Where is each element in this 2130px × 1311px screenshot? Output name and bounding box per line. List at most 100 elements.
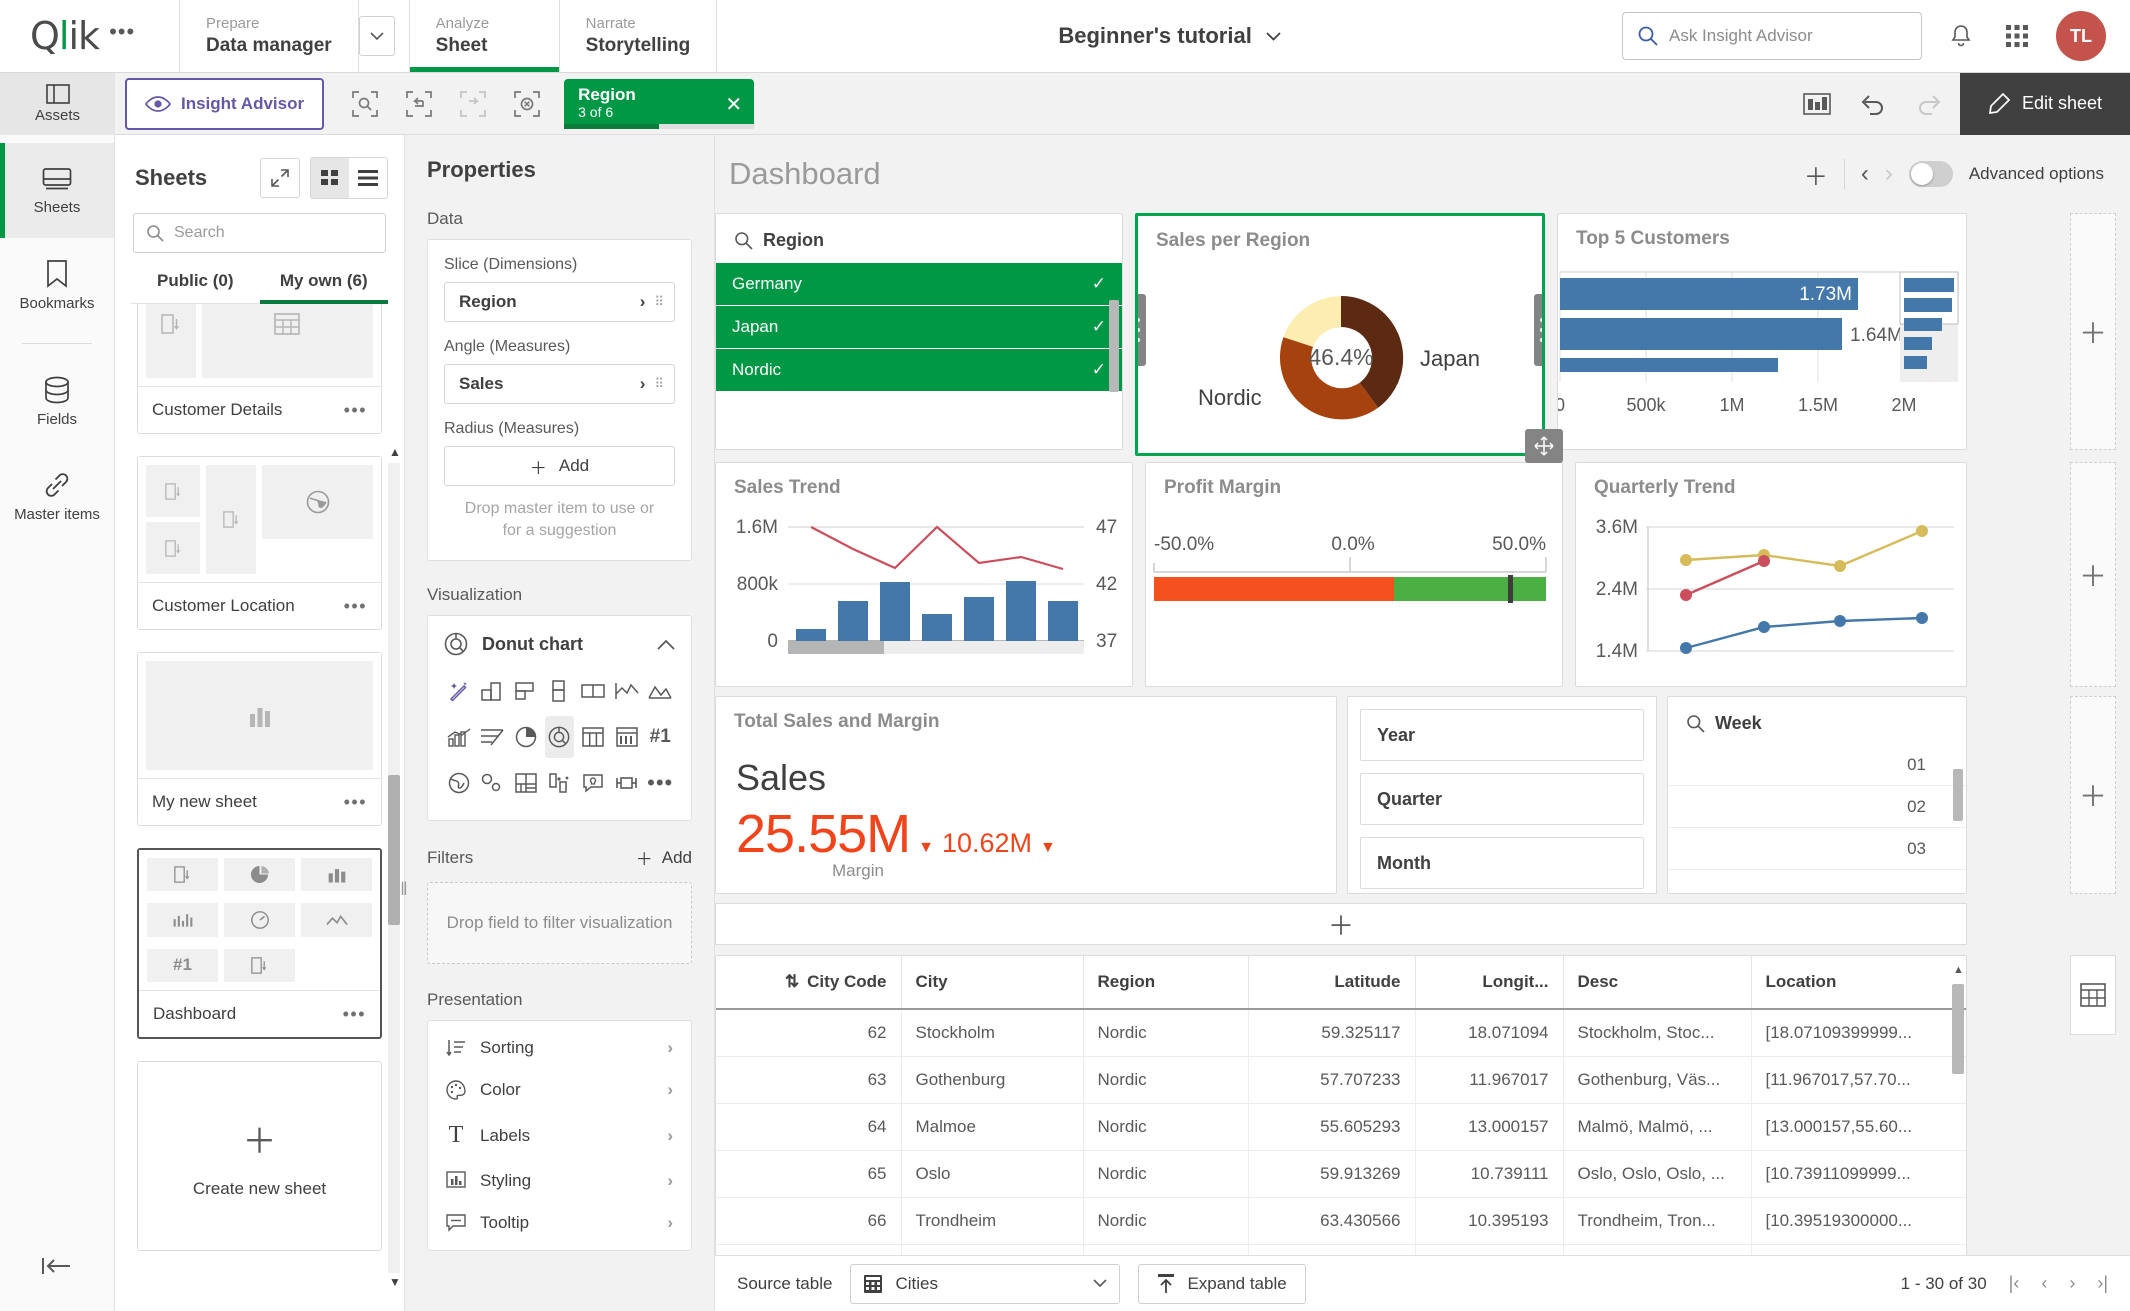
cell-desc[interactable]: Trondheim, Tron... — [1563, 1197, 1752, 1245]
chevron-up-icon[interactable] — [657, 639, 675, 650]
step-forward-icon[interactable] — [450, 81, 496, 127]
nav-prepare[interactable]: Prepare Data manager — [180, 0, 359, 72]
chevron-right-icon[interactable]: › — [667, 1038, 673, 1058]
chevron-right-icon[interactable]: › — [640, 292, 646, 312]
next-page-icon[interactable]: › — [2069, 1273, 2075, 1294]
sheets-scrollbar[interactable]: ▲ ▼ — [388, 445, 401, 1289]
add-object-right-3[interactable]: ＋ — [2070, 696, 2116, 894]
source-table-select[interactable]: Cities — [850, 1263, 1121, 1304]
cell-longitude[interactable]: 18.071094 — [1415, 1009, 1564, 1057]
object-move-handle[interactable] — [1525, 429, 1563, 463]
line-chart-quarterly-trend[interactable]: 3.6M 2.4M 1.4M — [1576, 505, 1964, 680]
object-sales-trend[interactable]: Sales Trend 1.6M 800k 0 47 42 37 — [715, 462, 1133, 687]
viz-treemap-icon[interactable] — [511, 762, 541, 804]
cell-region[interactable]: Nordic — [1083, 1150, 1249, 1198]
cell-latitude[interactable]: 55.605293 — [1248, 1103, 1416, 1151]
viz-more-icon[interactable]: ••• — [645, 762, 675, 804]
clear-selections-icon[interactable] — [504, 81, 550, 127]
step-back-icon[interactable] — [396, 81, 442, 127]
selection-grip-right[interactable] — [1534, 294, 1542, 366]
cell-region[interactable]: Nordic — [1083, 1056, 1249, 1104]
next-sheet-icon[interactable]: › — [1885, 160, 1893, 188]
add-row-button[interactable]: ＋ — [715, 903, 1967, 945]
redo-icon[interactable] — [1904, 79, 1954, 129]
object-top-5-customers[interactable]: Top 5 Customers 1.73M 1.64M 500k 1M 1.5M… — [1557, 213, 1967, 450]
region-filter-item-japan[interactable]: Japan ✓ — [716, 306, 1122, 349]
viz-insight-icon[interactable] — [578, 762, 608, 804]
cell-city[interactable]: Stockholm — [901, 1009, 1084, 1057]
table-row[interactable]: 64 Malmoe Nordic 55.605293 13.000157 Malmö, M… — [716, 1103, 1966, 1151]
cell-city-code[interactable]: 64 — [716, 1103, 902, 1151]
viz-line-chart-icon[interactable] — [612, 670, 642, 712]
week-filter-item-02[interactable]: 02 — [1668, 786, 1966, 828]
cell-desc[interactable]: Gothenburg, Väs... — [1563, 1056, 1752, 1104]
table-layout-icon[interactable] — [2070, 955, 2116, 1035]
nav-analyze[interactable]: Analyze Sheet — [409, 0, 560, 72]
add-sheet-icon[interactable]: ＋ — [1804, 157, 1828, 192]
cell-longitude[interactable]: 13.000157 — [1415, 1103, 1564, 1151]
viz-auto-chart-icon[interactable] — [444, 670, 474, 712]
donut-chart[interactable]: 46.4% Japan Nordic — [1138, 258, 1544, 448]
selections-tool-icon[interactable] — [342, 81, 388, 127]
viz-bar-chart-icon[interactable] — [478, 670, 508, 712]
column-header-longitude[interactable]: Longit... — [1415, 956, 1564, 1010]
apps-grid-icon[interactable] — [2000, 19, 2034, 53]
sidebar-item-fields[interactable]: Fields — [0, 354, 114, 449]
sheet-card-customer-location[interactable]: Customer Location ••• — [137, 456, 382, 630]
viz-pivot-table-icon[interactable] — [612, 716, 642, 758]
collapse-panel-icon[interactable] — [0, 1221, 114, 1311]
viz-map-icon[interactable] — [444, 762, 474, 804]
visualization-header[interactable]: Donut chart — [444, 632, 675, 670]
slice-dimension-field[interactable]: Region › ⠿ — [444, 282, 675, 322]
bookmarks-icon[interactable] — [1792, 79, 1842, 129]
viz-split-bar-icon[interactable] — [578, 670, 608, 712]
cell-city-code[interactable]: 63 — [716, 1056, 902, 1104]
presentation-row-color[interactable]: Color › — [442, 1069, 677, 1111]
filter-month[interactable]: Month — [1360, 837, 1644, 889]
angle-measure-field[interactable]: Sales › ⠿ — [444, 364, 675, 404]
presentation-row-labels[interactable]: T Labels › — [442, 1111, 677, 1160]
cell-desc[interactable]: Stockholm, Stoc... — [1563, 1009, 1752, 1057]
last-page-icon[interactable]: ›| — [2097, 1273, 2108, 1294]
viz-combo-chart-icon[interactable] — [444, 716, 474, 758]
sidebar-item-sheets[interactable]: Sheets — [0, 143, 114, 238]
column-header-desc[interactable]: Desc — [1563, 956, 1752, 1010]
presentation-row-sorting[interactable]: Sorting › — [442, 1027, 677, 1069]
cell-city[interactable]: Gothenburg — [901, 1056, 1084, 1104]
add-filter-button[interactable]: ＋ Add — [636, 845, 692, 870]
object-profit-margin[interactable]: Profit Margin -50.0% 0.0% 50.0% — [1145, 462, 1563, 687]
panel-resize-handle[interactable]: ‖ — [400, 865, 407, 913]
cell-longitude[interactable]: 11.967017 — [1415, 1056, 1564, 1104]
cell-region[interactable]: Nordic — [1083, 1197, 1249, 1245]
column-header-city-code[interactable]: ⇅ City Code — [716, 956, 902, 1010]
selection-chip-region[interactable]: Region 3 of 6 ✕ — [564, 78, 755, 129]
create-new-sheet-button[interactable]: ＋ Create new sheet — [137, 1061, 382, 1251]
sheets-search-input[interactable]: Search — [133, 213, 386, 253]
chevron-right-icon[interactable]: › — [667, 1171, 673, 1191]
cell-latitude[interactable]: 59.913269 — [1248, 1150, 1416, 1198]
app-menu-icon[interactable]: ••• — [109, 21, 135, 45]
nav-prepare-dropdown[interactable] — [358, 0, 410, 72]
cell-latitude[interactable]: 59.325117 — [1248, 1009, 1416, 1057]
scroll-down-arrow[interactable]: ▼ — [389, 1275, 401, 1289]
presentation-row-styling[interactable]: Styling › — [442, 1160, 677, 1202]
region-filter-item-nordic[interactable]: Nordic ✓ — [716, 349, 1122, 392]
cell-desc[interactable]: Oslo, Oslo, Oslo, ... — [1563, 1150, 1752, 1198]
week-filter-scrollbar[interactable] — [1953, 769, 1963, 821]
presentation-row-tooltip[interactable]: Tooltip › — [442, 1202, 677, 1244]
chevron-down-icon[interactable] — [1093, 1279, 1108, 1288]
viz-area-chart-icon[interactable] — [645, 670, 675, 712]
sheet-more-icon[interactable]: ••• — [344, 401, 367, 419]
selection-grip-left[interactable] — [1138, 294, 1146, 366]
combo-chart-sales-trend[interactable]: 1.6M 800k 0 47 42 37 — [716, 505, 1130, 680]
insight-advisor-search[interactable]: Ask Insight Advisor — [1622, 12, 1922, 60]
previous-sheet-icon[interactable]: ‹ — [1861, 160, 1869, 188]
cell-city[interactable]: Malmoe — [901, 1103, 1084, 1151]
insight-advisor-button[interactable]: Insight Advisor — [125, 77, 325, 130]
search-icon[interactable] — [734, 231, 753, 250]
chevron-right-icon[interactable]: › — [667, 1213, 673, 1233]
viz-scatter-plot-icon[interactable] — [478, 762, 508, 804]
grid-view-button[interactable] — [311, 158, 349, 198]
nav-narrate[interactable]: Narrate Storytelling — [560, 0, 718, 72]
chevron-right-icon[interactable]: › — [667, 1126, 673, 1146]
